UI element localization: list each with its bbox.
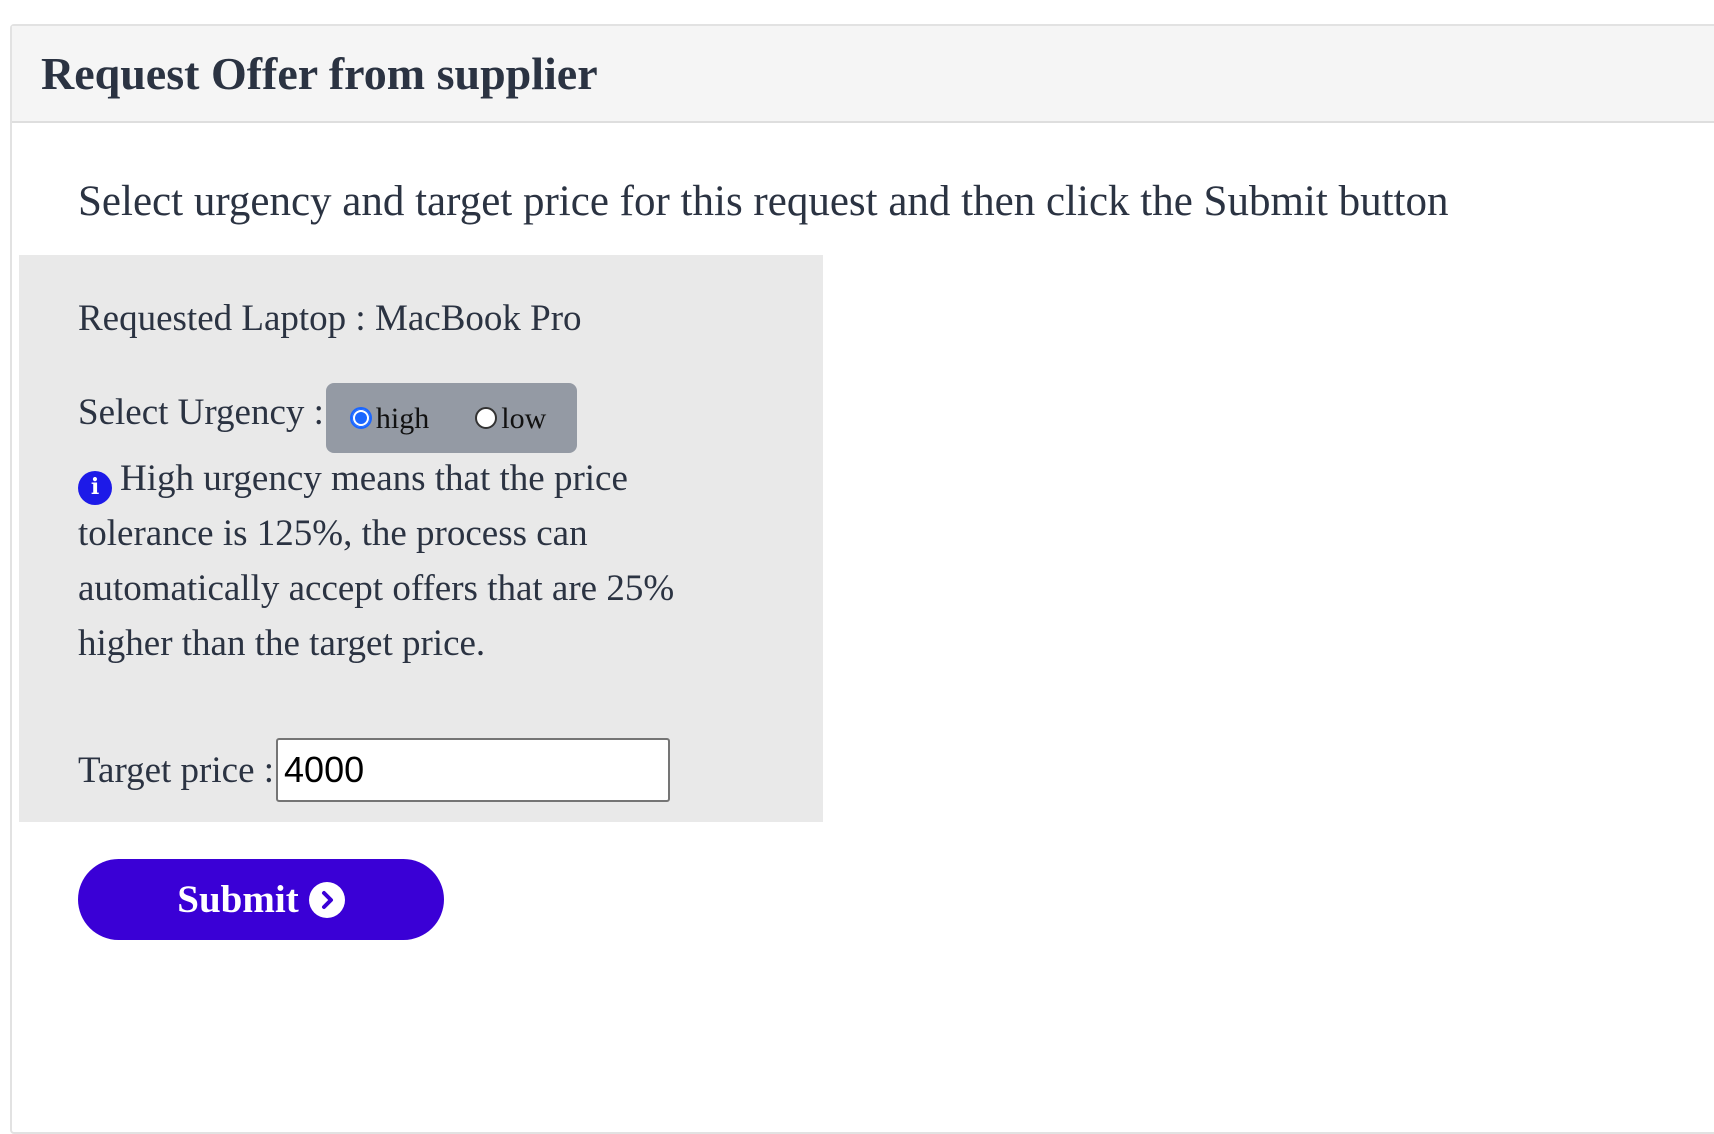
urgency-option-low[interactable]: low [475,401,546,435]
target-price-input[interactable] [276,738,671,802]
urgency-label: Select Urgency : [78,391,324,433]
urgency-row: Select Urgency : high low [78,383,577,453]
info-icon: i [78,470,112,505]
instructions-text: Select urgency and target price for this… [78,178,1449,225]
urgency-high-radio[interactable] [349,407,372,429]
target-price-row: Target price : [78,738,671,802]
urgency-low-label: low [501,402,547,435]
request-form-panel: Requested Laptop : MacBook Pro Select Ur… [19,255,823,822]
urgency-option-high[interactable]: high [349,401,430,435]
request-offer-card: Request Offer from supplier Select urgen… [10,24,1714,1134]
chevron-right-circle-icon [308,881,345,918]
submit-button[interactable]: Submit [78,859,444,940]
urgency-radio-group: high low [325,383,577,453]
card-header: Request Offer from supplier [12,26,1714,123]
urgency-info: i High urgency means that the price toler… [78,451,698,671]
urgency-low-radio[interactable] [475,407,498,429]
urgency-info-text: High urgency means that the price tolera… [78,458,675,664]
requested-laptop-label: Requested Laptop : MacBook Pro [78,298,582,339]
page-title: Request Offer from supplier [41,47,598,99]
urgency-high-label: high [375,402,430,435]
target-price-label: Target price : [78,749,275,791]
submit-label: Submit [177,878,299,921]
